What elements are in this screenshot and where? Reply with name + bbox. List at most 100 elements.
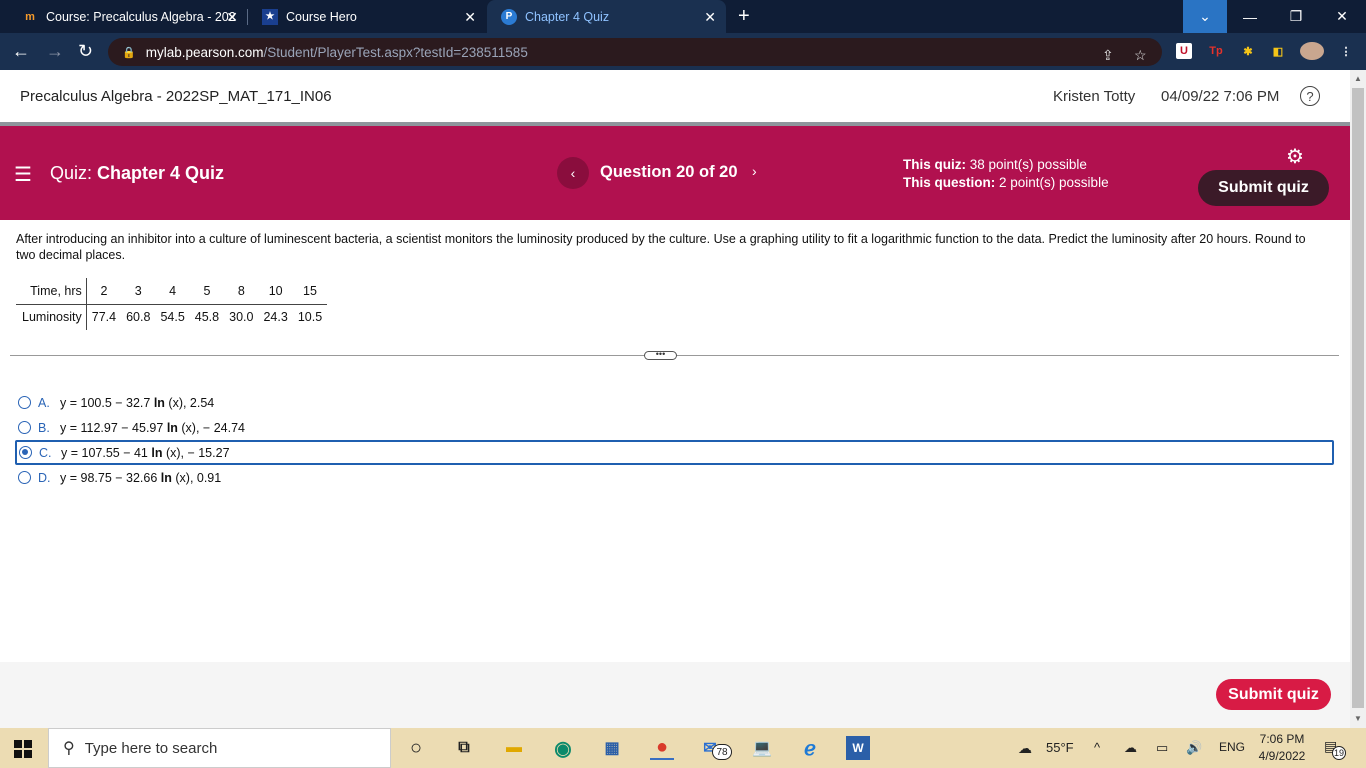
bookmark-star-icon[interactable]: ☆ [1134, 47, 1147, 64]
browser-tab-strip: m Course: Precalculus Algebra - 202 ✕ ★ … [0, 0, 1366, 33]
extension-shield-icon[interactable]: U [1176, 43, 1192, 59]
clock-time: 7:06 PM [1259, 732, 1305, 746]
table-cell: 8 [224, 278, 259, 305]
mail-badge: 78 [712, 744, 732, 760]
table-cell: 4 [155, 278, 190, 305]
option-b[interactable]: B. y = 112.97 − 45.97 ln (x), − 24.74 [16, 415, 1334, 440]
scroll-up-icon[interactable]: ▲ [1352, 74, 1364, 83]
close-icon[interactable]: ✕ [226, 9, 238, 26]
hamburger-menu-icon[interactable]: ☰ [14, 162, 32, 187]
notification-icon[interactable]: ▤ 19 [1324, 738, 1346, 760]
table-cell: 24.3 [263, 310, 288, 325]
option-a[interactable]: A. y = 100.5 − 32.7 ln (x), 2.54 [16, 390, 1334, 415]
radio-button[interactable] [18, 471, 31, 484]
tab-course-hero[interactable]: ★ Course Hero ✕ [248, 0, 486, 33]
file-explorer-icon[interactable]: ▬ [502, 736, 526, 760]
word-icon[interactable]: W [846, 736, 870, 760]
reload-icon[interactable]: ↻ [78, 41, 93, 62]
kebab-menu-icon[interactable]: ⋮ [1338, 43, 1354, 59]
pearson-icon: P [501, 8, 517, 25]
header-datetime: 04/09/22 7:06 PM [1161, 88, 1280, 105]
new-tab-button[interactable]: + [738, 5, 750, 28]
edge-icon[interactable]: ◉ [551, 736, 575, 760]
onedrive-icon[interactable]: ☁ [1124, 740, 1137, 756]
close-icon[interactable]: ✕ [464, 9, 476, 26]
internet-explorer-icon[interactable]: ℯ [798, 736, 822, 760]
url-path: /Student/PlayerTest.aspx?testId=23851158… [263, 44, 528, 60]
laptop-icon[interactable]: 💻 [750, 736, 774, 760]
footer-area [0, 662, 1350, 728]
table-cell: 5 [189, 278, 225, 305]
share-icon[interactable]: ⇪ [1102, 47, 1114, 64]
mylab-icon: m [25, 10, 35, 23]
table-cell: 54.5 [160, 310, 185, 325]
window-close-icon[interactable]: ✕ [1319, 0, 1365, 33]
minimize-icon[interactable]: — [1227, 0, 1273, 33]
row-header: Time, hrs [16, 278, 87, 305]
tray-chevron-up-icon[interactable]: ^ [1094, 740, 1100, 755]
table-row: Luminosity 77.4 60.8 54.5 45.8 30.0 24.3… [16, 304, 327, 330]
taskbar: ⚲ Type here to search ○ ⧉ ▬ ◉ ▦ ● ✉ 78 💻… [0, 728, 1366, 768]
this-quiz-label: This quiz: [903, 157, 966, 172]
help-icon[interactable]: ? [1300, 86, 1320, 106]
weather-cloud-icon[interactable]: ☁ [1018, 740, 1032, 757]
battery-icon[interactable]: ▭ [1156, 740, 1168, 756]
close-icon[interactable]: ✕ [704, 9, 716, 26]
taskbar-search-input[interactable]: ⚲ Type here to search [48, 728, 391, 768]
url-host: mylab.pearson.com [145, 44, 264, 60]
gear-icon[interactable]: ⚙ [1286, 144, 1304, 169]
extensions-puzzle-icon[interactable]: ✱ [1240, 43, 1256, 59]
user-name: Kristen Totty [1053, 88, 1136, 105]
notification-count: 19 [1332, 746, 1346, 760]
forward-arrow-icon[interactable]: → [46, 41, 64, 62]
side-panel-icon[interactable]: ◧ [1270, 43, 1286, 59]
tab-label: Chapter 4 Quiz [525, 9, 610, 24]
row-header: Luminosity [16, 304, 87, 330]
search-placeholder: Type here to search [84, 739, 218, 757]
language-indicator[interactable]: ENG [1219, 740, 1245, 754]
chrome-icon[interactable]: ● [650, 736, 674, 760]
option-text: y = 98.75 − 32.66 ln (x), 0.91 [60, 470, 222, 485]
radio-button[interactable] [18, 396, 31, 409]
radio-button-selected[interactable] [19, 446, 32, 459]
option-c[interactable]: C. y = 107.55 − 41 ln (x), − 15.27 [15, 440, 1334, 465]
question-text: After introducing an inhibitor into a cu… [16, 232, 1306, 262]
extension-tp-icon[interactable]: Tp [1208, 43, 1224, 59]
table-cell: 77.4 [91, 310, 117, 325]
tab-search-dropdown-icon[interactable]: ⌄ [1183, 0, 1227, 33]
search-icon: ⚲ [63, 740, 75, 757]
task-view-icon[interactable]: ⧉ [452, 736, 476, 760]
scrollbar-thumb[interactable] [1352, 88, 1364, 708]
taskbar-clock[interactable]: 7:06 PM 4/9/2022 [1254, 731, 1310, 765]
tab-chapter-quiz[interactable]: P Chapter 4 Quiz ✕ [487, 0, 726, 33]
resize-handle[interactable]: ••• [644, 350, 677, 360]
avatar[interactable] [1300, 42, 1324, 60]
next-question-button[interactable]: › [752, 163, 757, 179]
store-icon[interactable]: ▦ [600, 736, 624, 760]
radio-button[interactable] [18, 421, 31, 434]
back-arrow-icon[interactable]: ← [12, 41, 30, 62]
restore-icon[interactable]: ❐ [1273, 0, 1319, 33]
weather-temp: 55°F [1046, 740, 1074, 755]
option-letter: D. [38, 470, 51, 485]
previous-question-button[interactable]: ‹ [557, 157, 589, 189]
windows-start-icon[interactable] [14, 740, 32, 758]
table-cell: 2 [86, 278, 122, 305]
app-header: Precalculus Algebra - 2022SP_MAT_171_IN0… [0, 70, 1350, 123]
address-bar[interactable]: 🔒 mylab.pearson.com /Student/PlayerTest.… [108, 38, 1162, 66]
coursehero-icon: ★ [262, 8, 278, 25]
option-d[interactable]: D. y = 98.75 − 32.66 ln (x), 0.91 [16, 465, 1334, 490]
scroll-down-icon[interactable]: ▼ [1352, 714, 1364, 723]
data-table: Time, hrs 2 3 4 5 8 10 15 Luminosity 77.… [16, 278, 328, 330]
tab-course[interactable]: m Course: Precalculus Algebra - 202 ✕ [8, 0, 248, 33]
quiz-prefix: Quiz: [50, 163, 93, 183]
table-cell: 30.0 [229, 310, 254, 325]
cortana-icon[interactable]: ○ [404, 736, 428, 760]
table-cell: 3 [121, 278, 156, 305]
answer-options: A. y = 100.5 − 32.7 ln (x), 2.54 B. y = … [15, 390, 1334, 490]
submit-quiz-bottom-button[interactable]: Submit quiz [1216, 679, 1331, 710]
volume-icon[interactable]: 🔊 [1186, 740, 1202, 756]
quiz-name: Chapter 4 Quiz [97, 163, 225, 183]
submit-quiz-button[interactable]: Submit quiz [1198, 170, 1329, 206]
table-cell: 45.8 [194, 310, 220, 325]
